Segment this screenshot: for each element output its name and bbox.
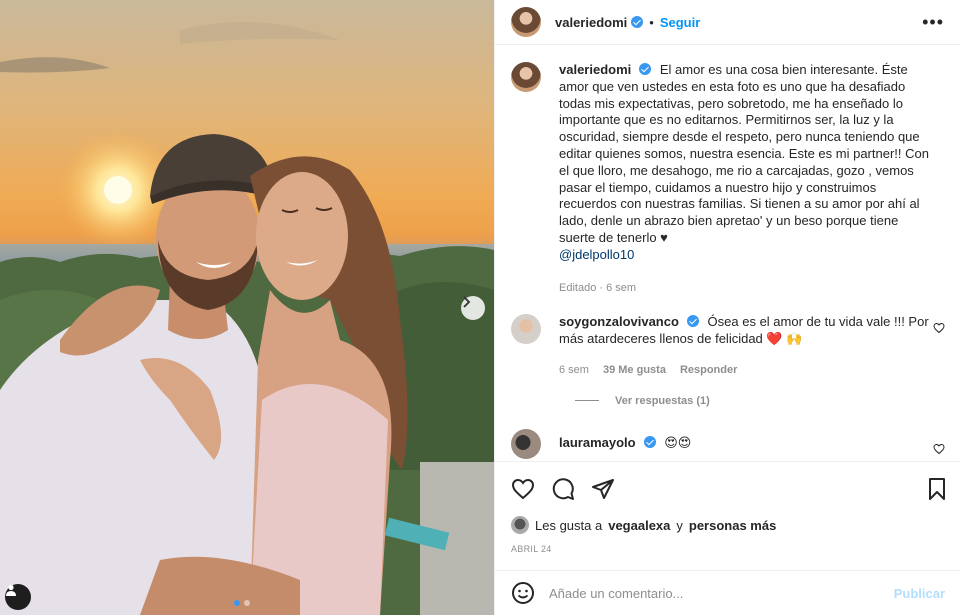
add-comment-bar: Publicar xyxy=(495,570,960,615)
view-replies-button[interactable]: Ver respuestas (1) xyxy=(575,395,945,407)
likes-user-link[interactable]: vegaalexa xyxy=(608,518,670,533)
caption: valeriedomi El amor es una cosa bien int… xyxy=(511,62,945,296)
photo-illustration xyxy=(0,22,494,615)
next-photo-button[interactable] xyxy=(461,296,485,320)
caption-body: valeriedomi El amor es una cosa bien int… xyxy=(559,62,929,296)
avatar[interactable] xyxy=(511,7,541,37)
post-date[interactable]: ABRIL 24 xyxy=(511,544,949,554)
comment-body: lauramayolo 😍😍 xyxy=(559,429,929,459)
chevron-right-icon xyxy=(463,296,471,308)
carousel-dots xyxy=(234,600,250,606)
comments-list[interactable]: valeriedomi El amor es una cosa bien int… xyxy=(495,46,960,461)
avatar[interactable] xyxy=(511,62,541,92)
publish-button[interactable]: Publicar xyxy=(894,586,945,601)
follow-button[interactable]: Seguir xyxy=(660,15,700,30)
verified-badge-icon xyxy=(686,315,699,328)
post-actions: Les gusta a vegaalexa y personas más ABR… xyxy=(495,461,960,554)
post-side-panel: valeriedomi • Seguir ••• valeriedomi El … xyxy=(494,0,960,615)
tag-user-icon xyxy=(6,584,16,596)
reply-button[interactable]: Responder xyxy=(680,362,737,379)
carousel-dot-active xyxy=(234,600,240,606)
heart-icon[interactable] xyxy=(511,477,535,501)
avatar[interactable] xyxy=(511,516,529,534)
likes-others-link[interactable]: personas más xyxy=(689,518,776,533)
comment-item: soygonzalovivanco Ósea es el amor de tu … xyxy=(511,314,945,378)
likes-prefix: Les gusta a xyxy=(535,517,603,533)
like-comment-heart-icon[interactable] xyxy=(933,443,945,455)
header-user: valeriedomi • Seguir xyxy=(555,15,700,30)
likes-summary: Les gusta a vegaalexa y personas más xyxy=(511,516,949,534)
comment-username[interactable]: soygonzalovivanco xyxy=(559,314,679,329)
caption-mention-link[interactable]: @jdelpollo10 xyxy=(559,247,634,262)
header-username[interactable]: valeriedomi xyxy=(555,15,627,30)
verified-badge-icon xyxy=(639,63,652,75)
bookmark-icon[interactable] xyxy=(925,477,949,501)
avatar[interactable] xyxy=(511,314,541,345)
caption-text: El amor es una cosa bien interesante. És… xyxy=(559,62,929,245)
share-icon[interactable] xyxy=(591,477,615,501)
comment-icon[interactable] xyxy=(551,477,575,501)
caption-meta: Editado · 6 sem xyxy=(559,280,929,297)
comment-username[interactable]: lauramayolo xyxy=(559,435,636,450)
emoji-icon[interactable] xyxy=(511,581,535,605)
tag-user-button[interactable] xyxy=(5,584,31,610)
comment-item: lauramayolo 😍😍 xyxy=(511,428,945,459)
action-icons xyxy=(511,474,949,504)
comment-time: 6 sem xyxy=(559,363,589,376)
comment-likes-count[interactable]: 39 Me gusta xyxy=(603,362,666,379)
avatar[interactable] xyxy=(511,428,541,459)
caption-username[interactable]: valeriedomi xyxy=(559,62,631,77)
verified-badge-icon xyxy=(643,435,656,448)
comment-meta: 6 sem 39 Me gusta Responder xyxy=(559,362,929,379)
carousel-dot xyxy=(244,600,250,606)
view-replies-label: Ver respuestas (1) xyxy=(615,394,710,407)
post-header: valeriedomi • Seguir ••• xyxy=(495,0,960,45)
comment-input[interactable] xyxy=(549,585,894,601)
caption-edited-time: Editado · 6 sem xyxy=(559,281,637,294)
likes-conjunction: y xyxy=(676,517,683,533)
like-comment-heart-icon[interactable] xyxy=(933,322,945,334)
comment-text: 😍😍 xyxy=(664,434,692,450)
verified-badge-icon xyxy=(631,16,644,28)
more-options-button[interactable]: ••• xyxy=(922,12,944,33)
separator-dot: • xyxy=(649,14,654,30)
post-photo[interactable] xyxy=(0,0,494,615)
comment-emoji: ❤️ 🙌 xyxy=(766,331,803,347)
comment-body: soygonzalovivanco Ósea es el amor de tu … xyxy=(559,314,929,378)
